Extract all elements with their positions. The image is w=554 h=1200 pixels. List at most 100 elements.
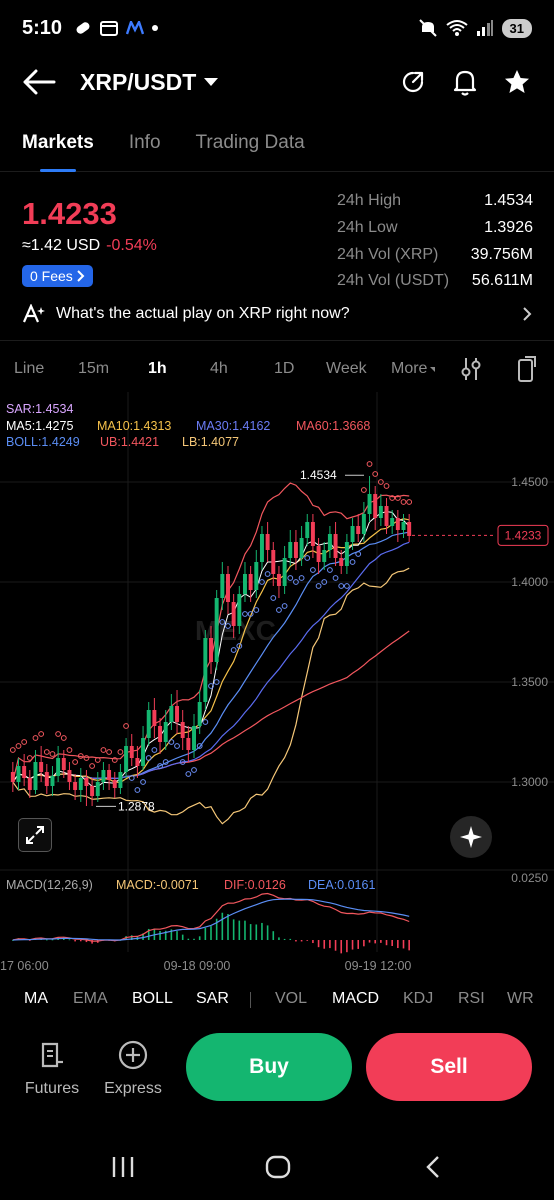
sar-dot [185,771,192,777]
back-button[interactable] [22,64,58,100]
candle-body [214,598,219,662]
macd-hist-bar [312,940,314,944]
indicator-ema[interactable]: EMA [73,990,108,1008]
tab-markets[interactable]: Markets [22,118,94,172]
candle-body [350,526,355,542]
candle-body [310,522,315,546]
indicator-kdj[interactable]: KDJ [403,990,433,1008]
macd-hist-bar [351,940,354,950]
sar-dot [38,731,45,737]
back-nav-button[interactable] [413,1152,453,1182]
home-icon [265,1155,291,1179]
favorite-button[interactable] [502,67,532,97]
macd-hist-bar [391,940,393,946]
indicator-rsi[interactable]: RSI [458,990,485,1008]
macd-hist-bar [68,939,71,941]
candle-body [61,758,66,770]
candle-body [226,574,230,602]
sar-dot [174,743,180,749]
boll-readout: BOLL:1.4249 [6,435,80,449]
candle-body [288,542,293,558]
pair-dropdown-caret-icon[interactable] [204,78,219,86]
indicator-ma[interactable]: MA [24,990,48,1008]
pill-icon [76,22,90,34]
pair-title[interactable]: XRP/USDT [80,69,196,96]
timeframe-line[interactable]: Line [14,360,44,378]
y-tick-label: 1.4000 [511,575,548,589]
ticker-stats: 24h High 1.4534 24h Low 1.3926 24h Vol (XR… [337,188,533,295]
sar-dot [270,595,277,601]
candle-body [254,562,259,590]
indicator-wr[interactable]: WR [507,990,534,1008]
candle-body [124,746,129,772]
candle-body [333,534,338,558]
candle-body [16,766,21,782]
x-tick-label: 17 06:00 [0,959,49,972]
sar-dot [355,551,362,557]
status-bar: 5:10 31 [0,0,554,56]
timeframe-more[interactable]: More [391,360,436,378]
futures-button[interactable]: Futures [17,1040,87,1098]
sar-dot [21,739,28,745]
home-button[interactable] [258,1152,298,1182]
fees-button[interactable]: 0 Fees [22,265,93,287]
landscape-icon[interactable] [516,355,538,383]
x-tick-label: 09-19 12:00 [345,959,412,972]
timeframe-1h[interactable]: 1h [148,360,167,378]
ai-prompt-row[interactable]: What's the actual play on XRP right now? [22,300,532,328]
dif-readout: DIF:0.0126 [224,878,286,892]
indicator-boll[interactable]: BOLL [132,990,173,1008]
macd-hist-bar [255,924,258,940]
timeframe-15m[interactable]: 15m [78,360,109,378]
express-button[interactable]: Express [98,1040,168,1098]
candle-body [192,726,196,750]
candle-body [158,726,163,742]
macd-hist-bar [340,940,343,954]
sar-readout: SAR:1.4534 [6,402,74,416]
macd-hist-bar [295,940,297,942]
indicator-sar[interactable]: SAR [196,990,229,1008]
indicator-macd[interactable]: MACD [332,990,379,1008]
last-price: 1.4233 [22,196,117,231]
price-sub: ≈1.42 USD -0.54% [22,237,157,255]
recents-button[interactable] [103,1152,143,1182]
macd-hist-bar [408,940,410,951]
timeframe-4h[interactable]: 4h [210,360,228,378]
timeframe-week[interactable]: Week [326,360,367,378]
share-button[interactable] [398,67,428,97]
macd-hist-bar [272,931,275,940]
sar-dot [276,607,282,613]
candle-body [339,558,344,566]
tab-info[interactable]: Info [129,118,161,172]
sar-dot [134,787,141,793]
ai-prompt-text: What's the actual play on XRP right now? [56,305,350,322]
price-chart[interactable]: 1.4500 1.4000 1.3500 1.3000 MEXC 1.4534 1.2878… [0,392,554,972]
indicator-settings-icon[interactable] [460,356,482,382]
macd-hist-bar [261,922,263,940]
candle-body [39,762,44,772]
tab-trading-data[interactable]: Trading Data [196,118,305,172]
alert-button[interactable] [450,67,480,97]
macd-hist-bar [181,934,184,940]
macd-hist-bar [221,912,224,940]
buy-button[interactable]: Buy [186,1033,352,1101]
fullscreen-button[interactable] [18,818,52,852]
indicator-vol[interactable]: VOL [275,990,307,1008]
candle-body [322,550,327,562]
timeframe-1d[interactable]: 1D [274,360,294,378]
calendar-icon [100,21,119,36]
ai-assistant-button[interactable] [450,816,492,858]
sell-button[interactable]: Sell [366,1033,532,1101]
indicator-separator [250,992,251,1008]
stat-row: 24h Low 1.3926 [337,219,533,237]
macd-hist-bar [402,940,405,949]
candle-body [90,786,95,796]
candle-body [361,514,366,534]
sar-dot [100,747,107,753]
macd-hist-bar [363,940,365,947]
macd-hist-bar [368,940,371,943]
candle-body [67,770,72,782]
candle-body [33,762,38,790]
sar-dot [89,763,95,769]
signal-icon [476,20,493,36]
